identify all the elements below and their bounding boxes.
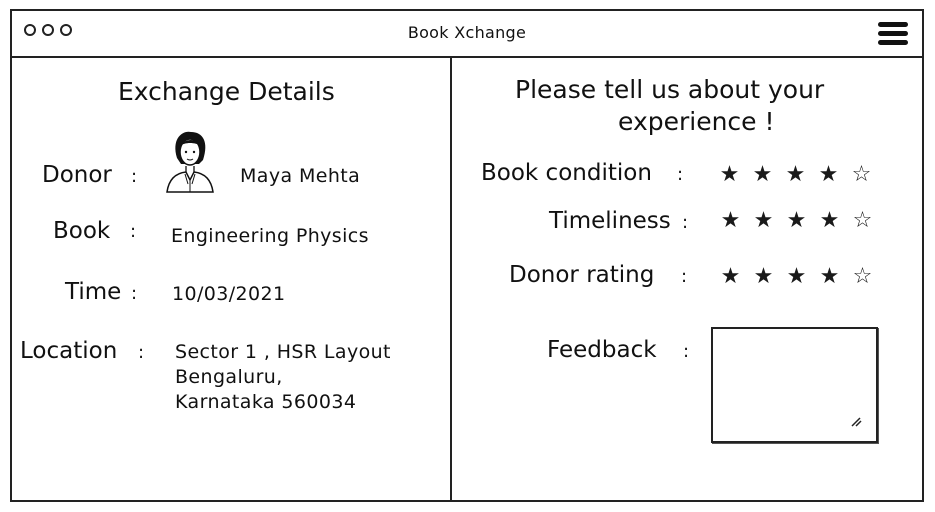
feedback-label: Feedback [547,337,657,363]
book-label: Book [53,218,111,244]
rating-colon: : [677,164,684,185]
star-filled-icon[interactable]: ★ [748,164,777,186]
rating-colon: : [682,212,689,233]
rating-label-book-condition: Book condition [481,160,652,186]
time-colon: : [131,283,138,304]
time-value: 10/03/2021 [172,283,286,305]
rating-label-timeliness: Timeliness [549,208,671,234]
star-empty-icon[interactable]: ☆ [847,164,876,186]
star-filled-icon[interactable]: ★ [749,210,778,232]
star-filled-icon[interactable]: ★ [781,164,810,186]
rating-label-donor-rating: Donor rating [509,262,655,288]
star-filled-icon[interactable]: ★ [715,164,744,186]
location-line-2: Bengaluru, [175,366,283,388]
donor-label: Donor [42,162,112,188]
star-filled-icon[interactable]: ★ [716,266,745,288]
star-filled-icon[interactable]: ★ [782,266,811,288]
donor-colon: : [131,166,138,187]
location-line-1: Sector 1 , HSR Layout [175,341,391,363]
exchange-details-title: Exchange Details [118,77,335,106]
book-colon: : [130,221,137,242]
location-label: Location [20,338,118,364]
app-title: Book Xchange [407,23,527,42]
star-empty-icon[interactable]: ☆ [848,210,877,232]
star-empty-icon[interactable]: ☆ [848,266,877,288]
star-filled-icon[interactable]: ★ [782,210,811,232]
book-value: Engineering Physics [171,225,369,247]
time-label: Time [65,279,122,305]
feedback-colon: : [683,341,690,362]
panel-divider [450,56,452,502]
star-filled-icon[interactable]: ★ [815,210,844,232]
location-colon: : [138,342,145,363]
feedback-textarea[interactable] [711,327,878,443]
location-line-3: Karnataka 560034 [175,391,357,413]
title-bar: Book Xchange [12,11,922,58]
rating-colon: : [681,266,688,287]
rating-stars-donor-rating[interactable]: ★ ★ ★ ★ ☆ [716,266,877,288]
donor-avatar [166,131,214,193]
resize-grip-icon[interactable] [850,415,862,427]
rating-stars-timeliness[interactable]: ★ ★ ★ ★ ☆ [716,210,877,232]
feedback-title-line-2: experience ! [618,107,775,136]
star-filled-icon[interactable]: ★ [814,164,843,186]
star-filled-icon[interactable]: ★ [815,266,844,288]
star-filled-icon[interactable]: ★ [749,266,778,288]
star-filled-icon[interactable]: ★ [716,210,745,232]
hamburger-icon[interactable] [878,22,908,46]
feedback-title-line-1: Please tell us about your [515,75,825,104]
rating-stars-book-condition[interactable]: ★ ★ ★ ★ ☆ [715,164,876,186]
donor-name: Maya Mehta [240,165,361,187]
